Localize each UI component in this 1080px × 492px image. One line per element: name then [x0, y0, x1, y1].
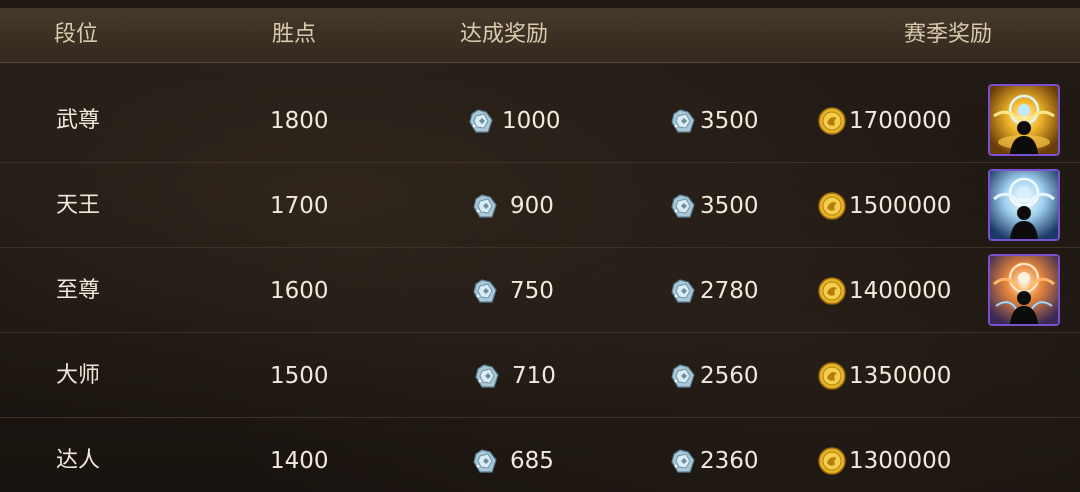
season-gem-amount: 3500 [700, 193, 759, 219]
reach-reward: 710 [472, 334, 556, 418]
header-season-reward: 赛季奖励 [904, 22, 993, 47]
season-gem-amount: 2560 [700, 363, 759, 389]
tier-points: 1800 [270, 108, 329, 134]
reach-gem-amount: 685 [510, 448, 554, 474]
gold-coin-icon [817, 446, 847, 476]
gold-frame-avatar[interactable] [988, 84, 1060, 156]
reach-reward: 750 [470, 249, 554, 333]
diamond-gem-icon [470, 191, 500, 221]
header-reach-reward: 达成奖励 [460, 22, 549, 47]
tier-points: 1400 [270, 448, 329, 474]
table-row: 武尊 1800 1000 3500 1700000 [0, 79, 1080, 163]
reach-gem-amount: 1000 [502, 108, 561, 134]
row-divider [0, 162, 1080, 163]
diamond-gem-icon [470, 276, 500, 306]
tier-points: 1600 [270, 278, 329, 304]
diamond-gem-icon [668, 446, 698, 476]
table-row: 天王 1700 900 3500 1500000 [0, 164, 1080, 248]
row-divider [0, 417, 1080, 418]
season-gem-reward: 3500 [668, 164, 759, 248]
tier-name: 至尊 [56, 278, 101, 303]
season-coin-amount: 1500000 [849, 193, 952, 219]
bronze-frame-avatar[interactable] [988, 254, 1060, 326]
season-coin-amount: 1400000 [849, 278, 952, 304]
gold-coin-icon [817, 106, 847, 136]
tier-name: 达人 [56, 448, 101, 473]
season-coin-reward: 1350000 [817, 334, 951, 418]
season-coin-amount: 1350000 [849, 363, 952, 389]
gold-coin-icon [817, 361, 847, 391]
season-gem-reward: 3500 [668, 79, 759, 163]
reach-reward: 685 [470, 419, 554, 492]
tier-name: 大师 [56, 363, 101, 388]
diamond-gem-icon [472, 361, 502, 391]
season-coin-reward: 1400000 [817, 249, 951, 333]
reach-reward: 900 [470, 164, 554, 248]
season-coin-amount: 1700000 [849, 108, 952, 134]
tier-points: 1500 [270, 363, 329, 389]
row-divider [0, 247, 1080, 248]
diamond-gem-icon [470, 446, 500, 476]
tier-points: 1700 [270, 193, 329, 219]
season-coin-reward: 1500000 [817, 164, 951, 248]
header-points: 胜点 [272, 22, 317, 47]
season-gem-amount: 3500 [700, 108, 759, 134]
table-row: 达人 1400 685 2360 1300000 [0, 419, 1080, 492]
gold-coin-icon [817, 191, 847, 221]
season-gem-amount: 2360 [700, 448, 759, 474]
tier-name: 天王 [56, 193, 101, 218]
diamond-gem-icon [668, 106, 698, 136]
season-coin-reward: 1700000 [817, 79, 951, 163]
table-row: 大师 1500 710 2560 1350000 [0, 334, 1080, 418]
reach-reward: 1000 [466, 79, 561, 163]
table-header: 段位 胜点 达成奖励 赛季奖励 [0, 0, 1080, 63]
rank-rewards-panel: 段位 胜点 达成奖励 赛季奖励 武尊 1800 1000 3500 170000… [0, 0, 1080, 492]
table-row: 至尊 1600 750 2780 1400000 [0, 249, 1080, 333]
silver-frame-avatar[interactable] [988, 169, 1060, 241]
reach-gem-amount: 900 [510, 193, 554, 219]
diamond-gem-icon [668, 276, 698, 306]
season-gem-amount: 2780 [700, 278, 759, 304]
diamond-gem-icon [668, 191, 698, 221]
diamond-gem-icon [668, 361, 698, 391]
diamond-gem-icon [466, 106, 496, 136]
tier-name: 武尊 [56, 108, 101, 133]
header-tier: 段位 [54, 22, 99, 47]
season-gem-reward: 2360 [668, 419, 759, 492]
row-divider [0, 332, 1080, 333]
season-coin-amount: 1300000 [849, 448, 952, 474]
season-coin-reward: 1300000 [817, 419, 951, 492]
header-top-strip [0, 0, 1080, 8]
reach-gem-amount: 710 [512, 363, 556, 389]
season-gem-reward: 2780 [668, 249, 759, 333]
gold-coin-icon [817, 276, 847, 306]
reach-gem-amount: 750 [510, 278, 554, 304]
season-gem-reward: 2560 [668, 334, 759, 418]
